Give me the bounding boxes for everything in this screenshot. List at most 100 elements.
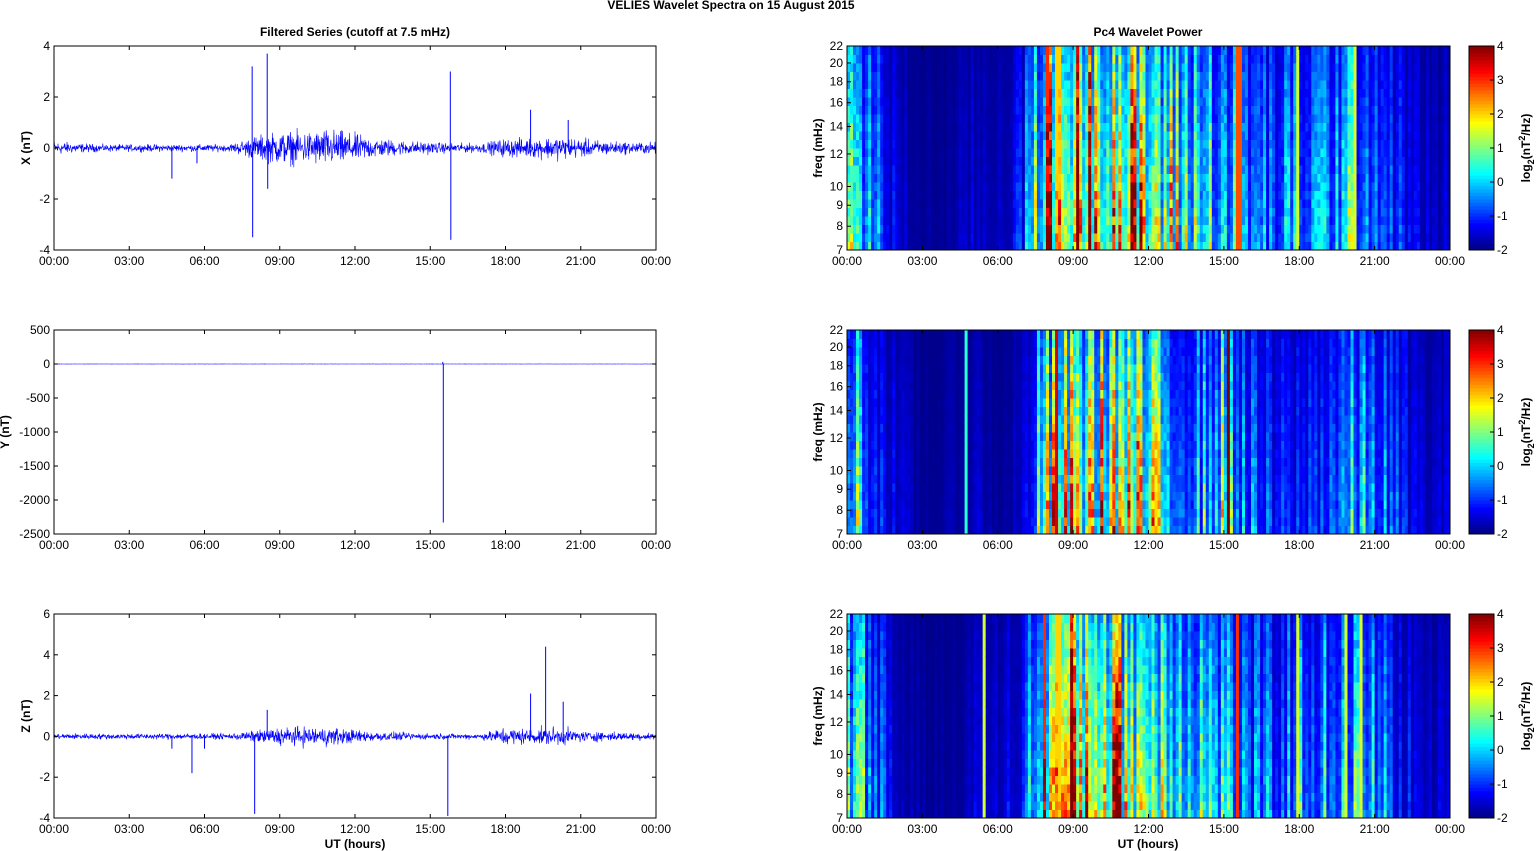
heatmap-cell: [946, 207, 951, 217]
heatmap-cell: [1341, 190, 1345, 200]
heatmap-cell: [1308, 207, 1312, 217]
heatmap-cell: [988, 122, 993, 132]
heatmap-cell: [1112, 207, 1116, 217]
heatmap-cell: [922, 122, 926, 132]
heatmap-cell: [1217, 241, 1222, 251]
heatmap-cell: [1284, 54, 1288, 64]
heatmap-cell: [1374, 148, 1379, 157]
heatmap-cell: [904, 105, 908, 115]
heatmap-cell: [1247, 46, 1252, 55]
heatmap-cell: [1127, 207, 1131, 217]
heatmap-cell: [1036, 63, 1041, 72]
heatmap-cell: [895, 207, 899, 217]
heatmap-cell: [940, 207, 944, 217]
heatmap-cell: [1326, 148, 1330, 157]
heatmap-cell: [1329, 165, 1333, 174]
heatmap-cell: [1039, 105, 1044, 115]
heatmap-cell: [1202, 71, 1207, 81]
heatmap-cell: [1302, 131, 1306, 140]
heatmap-cell: [1269, 131, 1273, 140]
heatmap-cell: [1410, 80, 1415, 89]
heatmap-cell: [1003, 199, 1008, 208]
heatmap-cell: [1100, 190, 1104, 200]
x-tick-label: 00:00: [39, 254, 69, 268]
heatmap-cell: [1263, 122, 1267, 132]
heatmap-cell: [856, 190, 860, 200]
heatmap-cell: [1079, 131, 1083, 140]
heatmap-cell: [1024, 54, 1029, 64]
heatmap-cell: [1148, 199, 1153, 208]
heatmap-cell: [1407, 105, 1412, 115]
heatmap-cell: [1431, 88, 1436, 98]
heatmap-cell: [1290, 241, 1294, 251]
heatmap-cell: [1112, 71, 1116, 81]
heatmap-cell: [880, 71, 884, 81]
heatmap-cell: [859, 46, 863, 55]
heatmap-cell: [1416, 165, 1421, 174]
heatmap-cell: [910, 54, 914, 64]
heatmap-cell: [1033, 199, 1038, 208]
heatmap-cell: [886, 88, 890, 98]
heatmap-cell: [1341, 139, 1345, 149]
heatmap-cell: [1205, 139, 1210, 149]
heatmap-cell: [1377, 122, 1382, 132]
heatmap-cell: [940, 165, 944, 174]
heatmap-cell: [916, 139, 920, 149]
heatmap-cell: [1238, 97, 1243, 106]
heatmap-cell: [1386, 216, 1391, 225]
heatmap-cell: [1263, 105, 1267, 115]
heatmap-cell: [970, 105, 975, 115]
heatmap-cell: [1404, 131, 1409, 140]
heatmap-cell: [1009, 46, 1014, 55]
heatmap-cell: [1073, 139, 1077, 149]
heatmap-cell: [862, 207, 866, 217]
heatmap-cell: [892, 199, 896, 208]
heatmap-cell: [1425, 207, 1430, 217]
heatmap-cell: [1257, 131, 1261, 140]
heatmap-cell: [955, 139, 960, 149]
heatmap-cell: [1091, 224, 1095, 234]
heatmap-cell: [1235, 190, 1240, 200]
heatmap-cell: [979, 63, 984, 72]
heatmap-cell: [1272, 190, 1276, 200]
heatmap-cell: [1332, 139, 1336, 149]
heatmap-cell: [1392, 88, 1397, 98]
heatmap-cell: [937, 165, 941, 174]
heatmap-cell: [1133, 148, 1137, 157]
heatmap-cell: [1193, 114, 1198, 123]
heatmap-cell: [1196, 207, 1201, 217]
heatmap-cell: [976, 156, 981, 166]
heatmap-cell: [1100, 131, 1104, 140]
heatmap-cell: [1389, 80, 1394, 89]
heatmap-cell: [1181, 190, 1186, 200]
heatmap-cell: [883, 122, 887, 132]
heatmap-cell: [1085, 139, 1089, 149]
heatmap-cell: [1422, 80, 1427, 89]
heatmap-cell: [1392, 182, 1397, 191]
heatmap-cell: [1311, 122, 1315, 132]
heatmap-cell: [1106, 105, 1110, 115]
heatmap-cell: [955, 97, 960, 106]
heatmap-cell: [859, 224, 863, 234]
heatmap-cell: [1350, 182, 1355, 191]
heatmap-cell: [1124, 216, 1128, 225]
heatmap-cell: [847, 173, 851, 183]
heatmap-cell: [1413, 224, 1418, 234]
heatmap-cell: [1112, 63, 1116, 72]
heatmap-cell: [1124, 139, 1128, 149]
heatmap-cell: [955, 182, 960, 191]
heatmap-cell: [1392, 190, 1397, 200]
heatmap-cell: [1272, 80, 1276, 89]
heatmap-cell: [949, 105, 954, 115]
heatmap-cell: [1202, 114, 1207, 123]
heatmap-cell: [1160, 88, 1165, 98]
heatmap-cell: [1353, 114, 1358, 123]
heatmap-cell: [1428, 88, 1433, 98]
heatmap-cell: [1226, 241, 1231, 251]
heatmap-cell: [1154, 63, 1159, 72]
heatmap-cell: [1275, 199, 1279, 208]
heatmap-cell: [1018, 63, 1023, 72]
heatmap-cell: [958, 88, 963, 98]
heatmap-cell: [1293, 46, 1297, 55]
heatmap-cell: [1187, 139, 1192, 149]
